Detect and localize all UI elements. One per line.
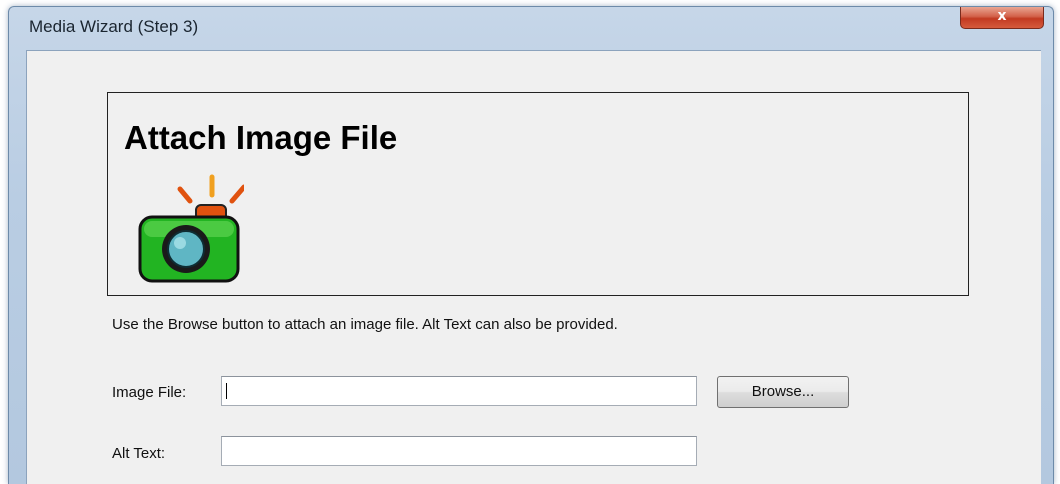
close-icon: x: [997, 8, 1007, 24]
instructions-text: Use the Browse button to attach an image…: [112, 316, 618, 333]
image-file-label: Image File:: [112, 384, 187, 401]
header-title: Attach Image File: [124, 119, 398, 156]
camera-icon: [138, 174, 244, 283]
alt-text-label: Alt Text:: [112, 445, 166, 462]
wizard-header-panel: Attach Image File: [107, 92, 969, 296]
alt-text-input[interactable]: [221, 436, 697, 466]
close-button[interactable]: x: [960, 7, 1044, 29]
window-title: Media Wizard (Step 3): [29, 17, 199, 36]
image-file-input[interactable]: [221, 376, 697, 406]
text-caret: [226, 383, 227, 399]
browse-button[interactable]: Browse...: [717, 376, 849, 408]
